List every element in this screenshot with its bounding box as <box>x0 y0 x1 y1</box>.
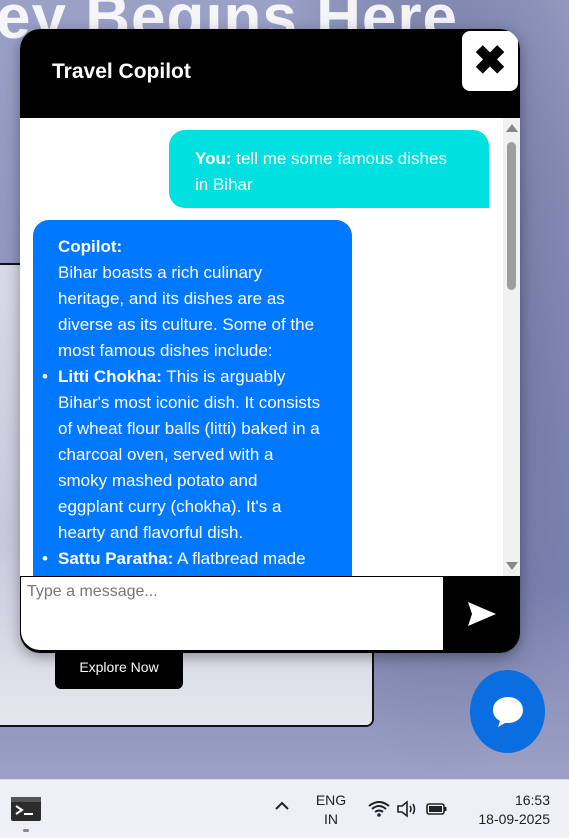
scroll-thumb[interactable] <box>507 142 516 290</box>
taskbar: ENG IN 16:53 18-09-2025 <box>0 779 569 838</box>
list-item: Sattu Paratha: A flatbread made <box>42 546 327 572</box>
user-speaker-label: You: <box>195 149 232 168</box>
dish-description: This is arguably Bihar's most iconic dis… <box>58 367 321 542</box>
language-code: ENG <box>315 792 347 808</box>
battery-icon <box>426 803 447 815</box>
message-list[interactable]: You: tell me some famous dishes in Bihar… <box>20 118 520 576</box>
message-scrollbar[interactable] <box>503 118 520 576</box>
language-indicator[interactable]: ENG IN <box>312 791 350 829</box>
terminal-icon[interactable] <box>11 797 41 821</box>
bot-message: Copilot: Bihar boasts a rich culinary he… <box>33 220 352 576</box>
chat-header: Travel Copilot ✖ <box>20 29 520 118</box>
close-icon: ✖ <box>473 39 507 83</box>
region-code: IN <box>324 811 338 827</box>
speaker-icon <box>397 800 416 818</box>
message-input[interactable] <box>20 576 444 651</box>
chat-bubble-icon <box>492 696 523 727</box>
bot-speaker-label: Copilot: <box>58 237 123 256</box>
clock[interactable]: 16:53 18-09-2025 <box>460 791 550 829</box>
scroll-up-arrow-icon[interactable] <box>506 124 518 132</box>
chat-title: Travel Copilot <box>52 60 191 83</box>
dish-description: A flatbread made <box>173 549 306 568</box>
list-item: Litti Chokha: This is arguably Bihar's m… <box>42 364 327 546</box>
active-app-indicator <box>23 829 29 832</box>
chat-launcher-button[interactable] <box>470 670 545 753</box>
dish-name: Litti Chokha: <box>58 367 162 386</box>
send-button[interactable] <box>444 576 520 651</box>
user-message-text: tell me some famous dishes in Bihar <box>195 149 447 194</box>
bot-intro-text: Bihar boasts a rich culinary heritage, a… <box>58 263 315 360</box>
user-message: You: tell me some famous dishes in Bihar <box>169 130 489 208</box>
send-icon <box>468 601 496 626</box>
dish-name: Sattu Paratha: <box>58 549 174 568</box>
clock-time: 16:53 <box>514 792 550 808</box>
input-bar <box>20 576 520 653</box>
dish-list: Litti Chokha: This is arguably Bihar's m… <box>42 364 327 572</box>
chevron-up-icon[interactable] <box>274 800 290 812</box>
wifi-icon <box>368 801 390 817</box>
close-button[interactable]: ✖ <box>462 31 518 91</box>
clock-date: 18-09-2025 <box>478 811 550 827</box>
scroll-down-arrow-icon[interactable] <box>506 562 518 570</box>
chat-window: Travel Copilot ✖ You: tell me some famou… <box>20 29 520 653</box>
